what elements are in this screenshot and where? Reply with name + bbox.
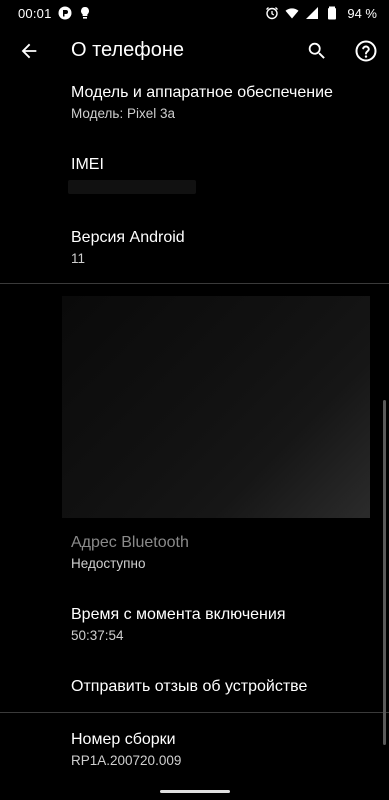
android-version-summary: 11 [71,251,86,266]
android-version-item[interactable]: Версия Android 11 [0,216,389,276]
status-right: 94 % [265,6,377,21]
model-hardware-title: Модель и аппаратное обеспечение [71,84,333,101]
android-version-title: Версия Android [71,229,185,246]
bluetooth-address-item: Адрес Bluetooth Недоступно [0,522,389,582]
help-button[interactable] [353,38,379,64]
battery-percent: 94 % [347,5,377,21]
send-feedback-item[interactable]: Отправить отзыв об устройстве [0,666,389,710]
page-title: О телефоне [71,39,185,61]
uptime-item[interactable]: Время с момента включения 50:37:54 [0,594,389,654]
divider [0,283,389,284]
gesture-nav-handle[interactable] [160,790,230,793]
lightbulb-icon [78,6,92,20]
send-feedback-title: Отправить отзыв об устройстве [71,678,308,695]
battery-icon [325,6,339,20]
search-icon [308,42,325,59]
alarm-icon [265,6,279,20]
uptime-title: Время с момента включения [71,606,286,623]
imei-title: IMEI [71,156,104,173]
build-number-title: Номер сборки [71,731,176,748]
help-icon [355,40,377,62]
model-hardware-item[interactable]: Модель и аппаратное обеспечение Модель: … [0,78,389,138]
status-time: 00:01 [18,5,52,21]
app-notification-icon [58,6,72,20]
build-number-summary: RP1A.200720.009 [71,753,182,768]
redacted-region [62,296,370,518]
bluetooth-address-title: Адрес Bluetooth [71,534,189,551]
back-button[interactable] [16,38,42,64]
divider [0,712,389,713]
app-bar: О телефоне [0,26,389,78]
scrollbar[interactable] [383,400,386,745]
uptime-summary: 50:37:54 [71,628,124,643]
search-button[interactable] [304,38,330,64]
status-bar: 00:01 94 % [0,0,389,26]
wifi-icon [285,6,299,20]
imei-value-redacted [68,180,196,194]
back-arrow-icon [21,43,37,59]
signal-icon [305,6,319,20]
build-number-item[interactable]: Номер сборки RP1A.200720.009 [0,720,389,780]
status-left: 00:01 [18,6,92,21]
model-hardware-summary: Модель: Pixel 3a [71,106,175,121]
bluetooth-address-summary: Недоступно [71,556,146,571]
